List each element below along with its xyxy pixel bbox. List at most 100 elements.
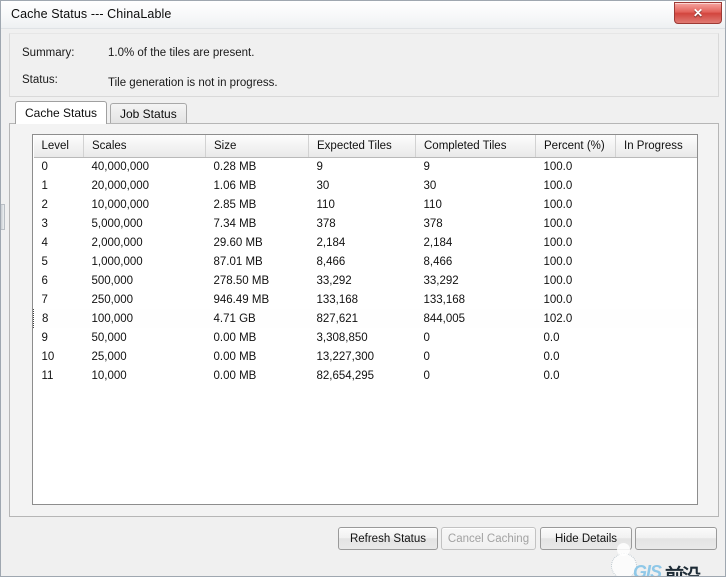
status-value: Tile generation is not in progress. bbox=[108, 77, 278, 89]
summary-panel: Summary: 1.0% of the tiles are present. … bbox=[9, 33, 719, 97]
cell-scales: 20,000,000 bbox=[91, 179, 150, 192]
cell-in-progress bbox=[616, 328, 698, 347]
cell-expected-tiles: 110 bbox=[316, 198, 335, 211]
cell-percent: 0.0 bbox=[543, 369, 560, 382]
cell-completed-tiles: 110 bbox=[423, 198, 442, 211]
table-row[interactable]: 0 40,000,000 0.28 MB 9 9 100.0 bbox=[34, 157, 698, 176]
cell-expected-tiles: 827,621 bbox=[308, 309, 416, 328]
cell-in-progress bbox=[616, 195, 698, 214]
cell-completed-tiles: 2,184 bbox=[423, 236, 453, 249]
table-row[interactable]: 4 2,000,000 29.60 MB 2,184 2,184 100.0 bbox=[34, 233, 698, 252]
cell-size: 87.01 MB bbox=[213, 255, 263, 268]
column-header-size[interactable]: Size bbox=[205, 135, 309, 158]
cell-expected-tiles: 2,184 bbox=[316, 236, 346, 249]
title-bar: Cache Status --- ChinaLable ✕ bbox=[1, 1, 725, 29]
table-row[interactable]: 2 10,000,000 2.85 MB 110 110 100.0 bbox=[34, 195, 698, 214]
column-header-level[interactable]: Level bbox=[33, 135, 84, 158]
cell-level: 6 bbox=[41, 274, 48, 287]
column-header-completed-tiles[interactable]: Completed Tiles bbox=[415, 135, 536, 158]
cell-percent: 100.0 bbox=[543, 217, 573, 230]
refresh-status-button[interactable]: Refresh Status bbox=[338, 527, 438, 550]
cell-expected-tiles: 8,466 bbox=[316, 255, 346, 268]
tab-job-status[interactable]: Job Status bbox=[110, 103, 187, 123]
status-label: Status: bbox=[22, 74, 58, 86]
cell-level: 9 bbox=[41, 331, 48, 344]
cell-completed-tiles: 30 bbox=[423, 179, 437, 192]
column-header-in-progress[interactable]: In Progress bbox=[615, 135, 697, 158]
cell-expected-tiles: 378 bbox=[316, 217, 336, 230]
cell-scales: 10,000 bbox=[91, 369, 127, 382]
cell-level: 8 bbox=[33, 309, 84, 328]
table-row-selected[interactable]: 8 100,000 4.71 GB 827,621 844,005 102.0 bbox=[33, 309, 697, 328]
column-header-percent[interactable]: Percent (%) bbox=[535, 135, 616, 158]
hide-details-button[interactable]: Hide Details bbox=[540, 527, 632, 550]
table-row[interactable]: 5 1,000,000 87.01 MB 8,466 8,466 100.0 bbox=[34, 252, 698, 271]
tab-strip: Cache Status Job Status bbox=[15, 101, 715, 124]
cell-size: 0.00 MB bbox=[213, 331, 257, 344]
tab-cache-status[interactable]: Cache Status bbox=[15, 101, 108, 124]
ok-button[interactable] bbox=[635, 527, 717, 550]
table-header: Level Scales Size Expected Tiles Complet… bbox=[33, 135, 697, 158]
cell-scales: 10,000,000 bbox=[91, 198, 150, 211]
table-row[interactable]: 6 500,000 278.50 MB 33,292 33,292 100.0 bbox=[34, 271, 698, 290]
cell-percent: 102.0 bbox=[535, 309, 616, 328]
table-row[interactable]: 11 10,000 0.00 MB 82,654,295 0 0.0 bbox=[34, 366, 698, 385]
cell-size: 1.06 MB bbox=[213, 179, 257, 192]
cell-level: 1 bbox=[41, 179, 48, 192]
cell-scales: 40,000,000 bbox=[91, 160, 150, 173]
cell-percent: 100.0 bbox=[543, 274, 573, 287]
cell-scales: 500,000 bbox=[91, 274, 134, 287]
cache-status-dialog: Cache Status --- ChinaLable ✕ Summary: 1… bbox=[0, 0, 726, 577]
cell-completed-tiles: 844,005 bbox=[415, 309, 536, 328]
dialog-client-area: Summary: 1.0% of the tiles are present. … bbox=[1, 29, 725, 576]
cell-completed-tiles: 0 bbox=[423, 331, 430, 344]
scroll-nub[interactable] bbox=[1, 204, 5, 230]
window-title: Cache Status --- ChinaLable bbox=[11, 7, 172, 21]
cell-scales: 50,000 bbox=[91, 331, 127, 344]
column-header-scales[interactable]: Scales bbox=[83, 135, 206, 158]
cell-size: 0.28 MB bbox=[213, 160, 257, 173]
cell-level: 2 bbox=[41, 198, 48, 211]
table-row[interactable]: 9 50,000 0.00 MB 3,308,850 0 0.0 bbox=[34, 328, 698, 347]
cell-level: 4 bbox=[41, 236, 48, 249]
cell-size: 278.50 MB bbox=[213, 274, 270, 287]
tab-job-status-label: Job Status bbox=[120, 106, 177, 121]
cell-size: 0.00 MB bbox=[213, 350, 257, 363]
close-button[interactable]: ✕ bbox=[674, 2, 722, 24]
cell-size: 4.71 GB bbox=[205, 309, 309, 328]
cancel-caching-label: Cancel Caching bbox=[447, 532, 530, 545]
table-row[interactable]: 7 250,000 946.49 MB 133,168 133,168 100.… bbox=[34, 290, 698, 309]
cell-expected-tiles: 30 bbox=[316, 179, 330, 192]
tab-cache-status-label: Cache Status bbox=[25, 106, 98, 120]
cell-scales: 1,000,000 bbox=[91, 255, 143, 268]
cell-scales: 100,000 bbox=[83, 309, 206, 328]
cell-level: 3 bbox=[41, 217, 48, 230]
cache-levels-table: Level Scales Size Expected Tiles Complet… bbox=[33, 135, 698, 385]
cell-scales: 250,000 bbox=[91, 293, 134, 306]
cell-level: 5 bbox=[41, 255, 48, 268]
refresh-status-label: Refresh Status bbox=[349, 532, 427, 545]
cell-percent: 100.0 bbox=[543, 236, 573, 249]
cell-completed-tiles: 33,292 bbox=[423, 274, 459, 287]
dialog-button-bar: Refresh Status Cancel Caching Hide Detai… bbox=[1, 521, 725, 565]
cache-levels-table-container[interactable]: Level Scales Size Expected Tiles Complet… bbox=[32, 134, 698, 505]
table-header-row: Level Scales Size Expected Tiles Complet… bbox=[33, 135, 697, 158]
cell-scales: 25,000 bbox=[91, 350, 127, 363]
cell-percent: 100.0 bbox=[543, 179, 573, 192]
cell-completed-tiles: 378 bbox=[423, 217, 443, 230]
cell-in-progress bbox=[616, 290, 698, 309]
cell-expected-tiles: 9 bbox=[316, 160, 323, 173]
table-row[interactable]: 10 25,000 0.00 MB 13,227,300 0 0.0 bbox=[34, 347, 698, 366]
cell-expected-tiles: 133,168 bbox=[316, 293, 359, 306]
cell-size: 2.85 MB bbox=[213, 198, 257, 211]
cache-status-tab-panel: Level Scales Size Expected Tiles Complet… bbox=[9, 123, 719, 517]
cell-percent: 0.0 bbox=[543, 350, 560, 363]
column-header-expected-tiles[interactable]: Expected Tiles bbox=[308, 135, 416, 158]
cell-completed-tiles: 9 bbox=[423, 160, 430, 173]
table-row[interactable]: 1 20,000,000 1.06 MB 30 30 100.0 bbox=[34, 176, 698, 195]
cell-expected-tiles: 3,308,850 bbox=[316, 331, 368, 344]
hide-details-label: Hide Details bbox=[555, 532, 617, 545]
table-row[interactable]: 3 5,000,000 7.34 MB 378 378 100.0 bbox=[34, 214, 698, 233]
cell-completed-tiles: 133,168 bbox=[423, 293, 466, 306]
cell-size: 7.34 MB bbox=[213, 217, 257, 230]
